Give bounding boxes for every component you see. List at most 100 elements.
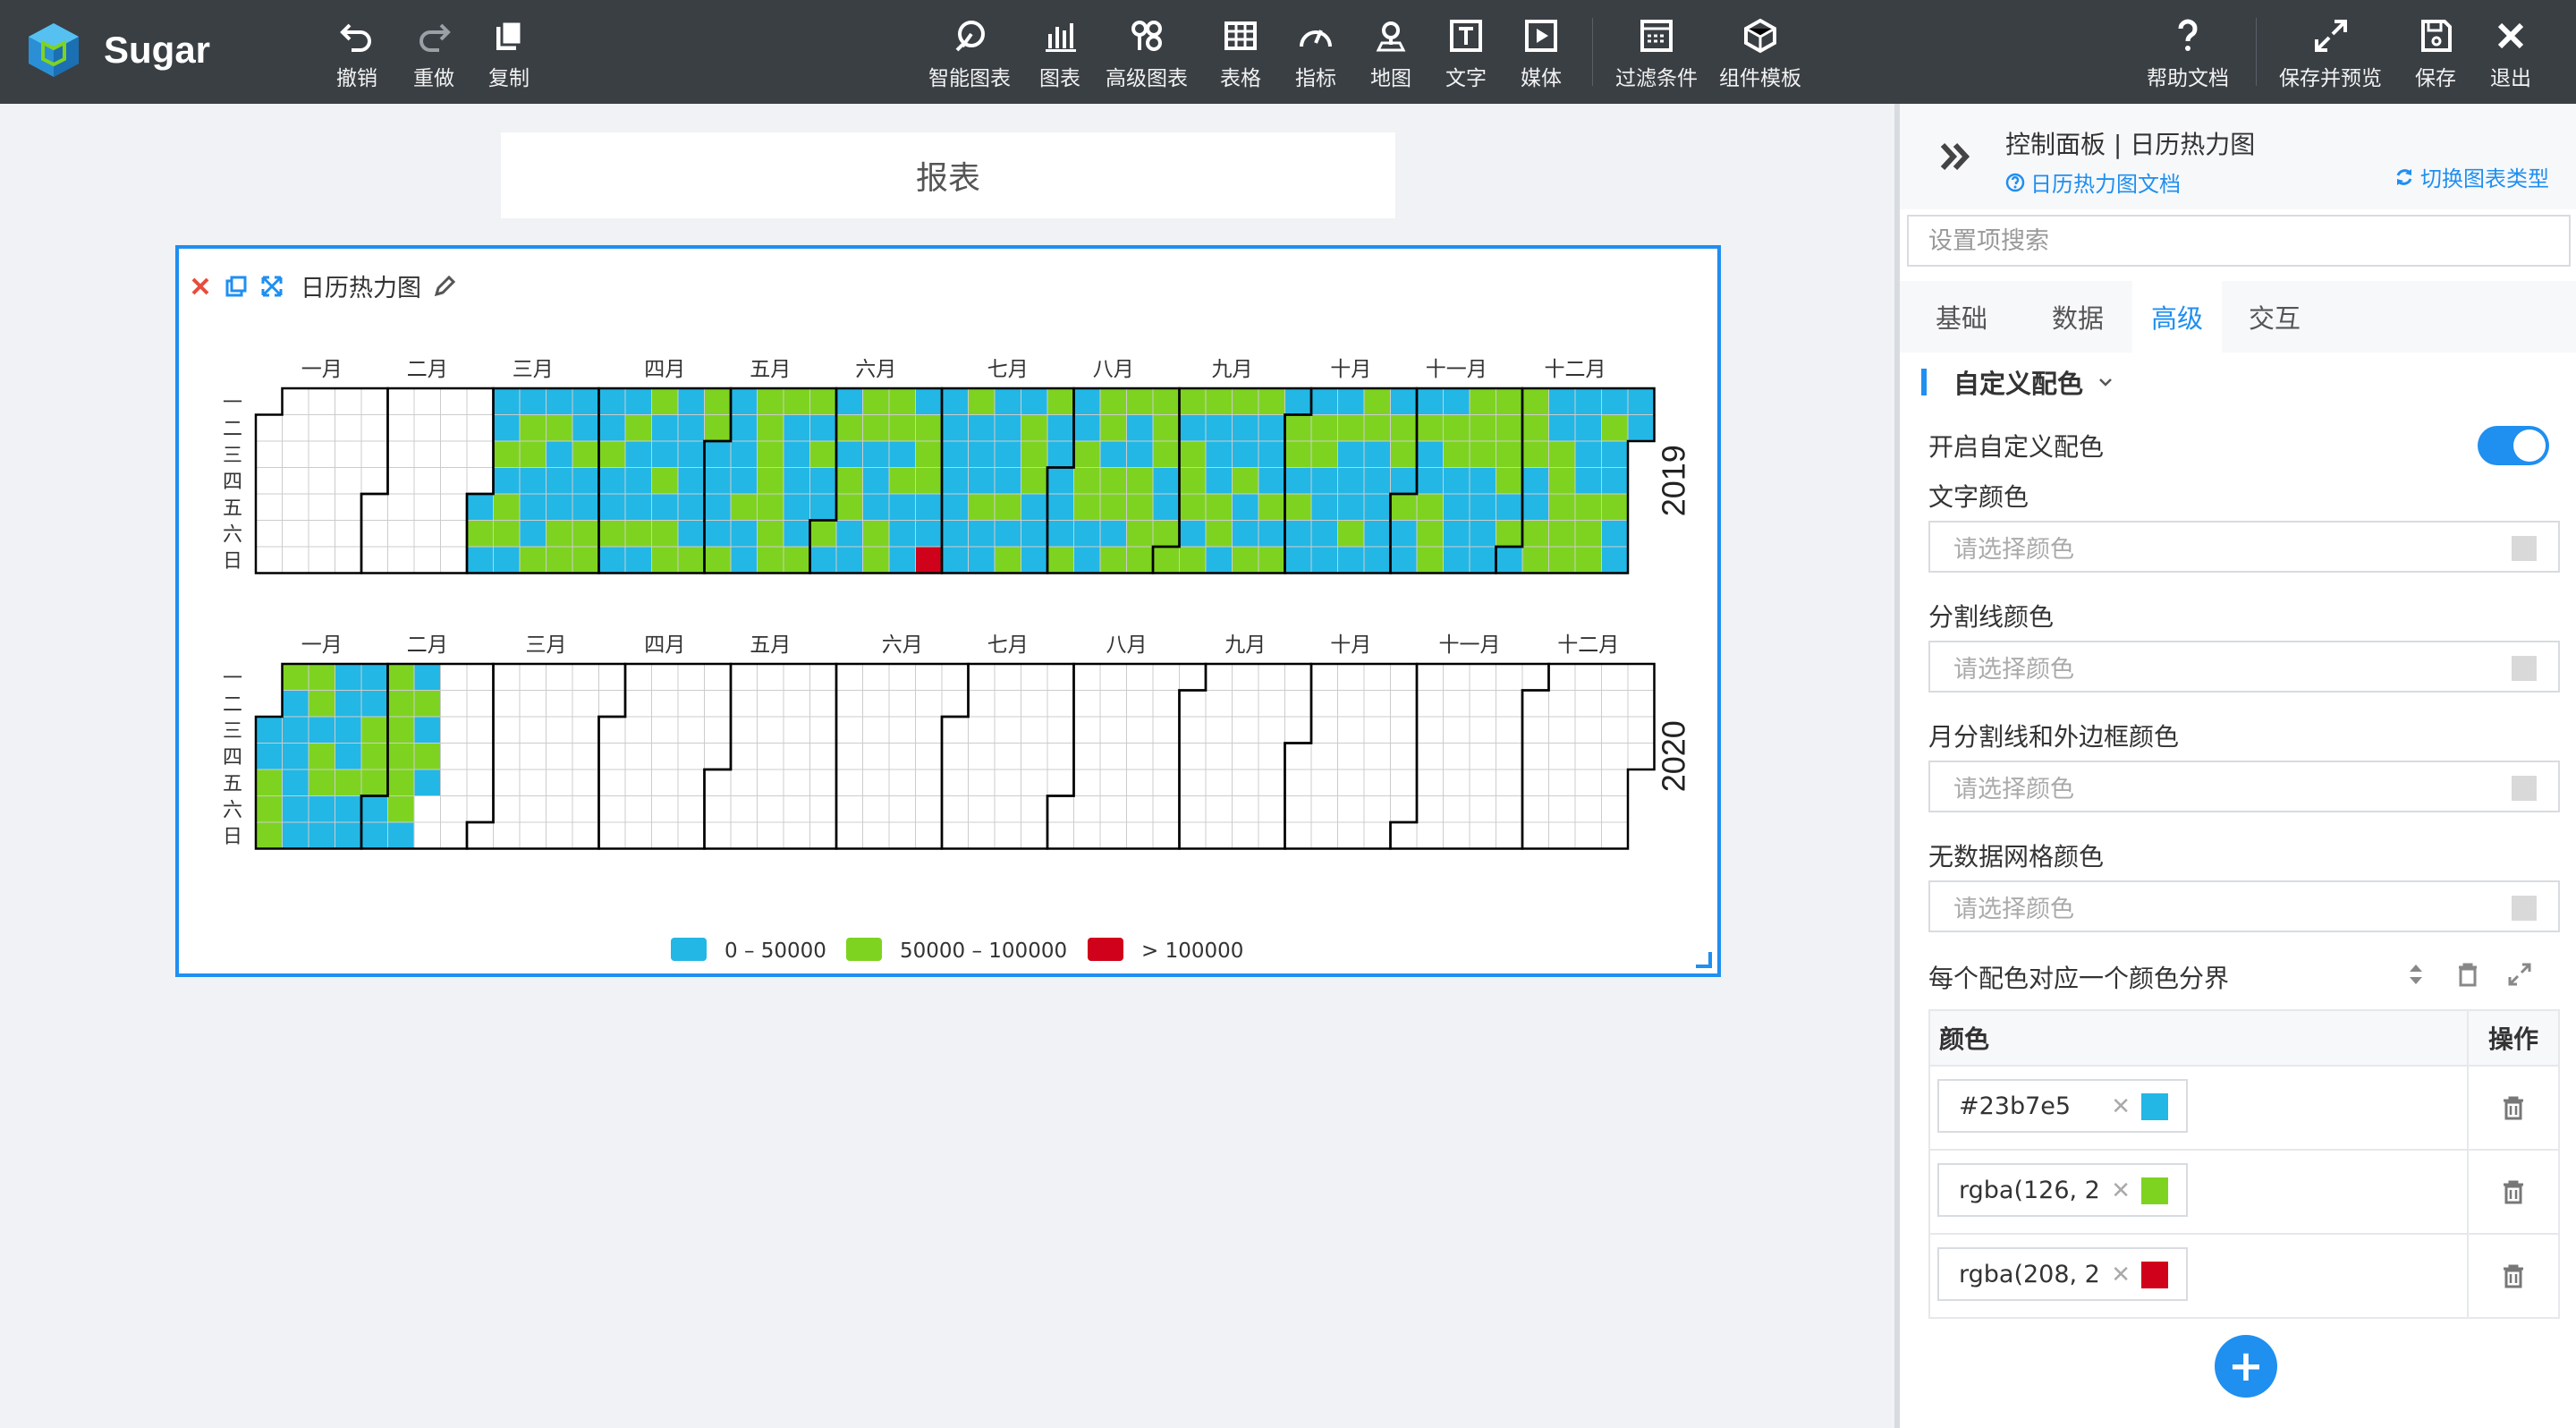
advanced-chart-button[interactable]: 高级图表 — [1106, 16, 1188, 91]
filter-button[interactable]: 过滤条件 — [1615, 16, 1698, 91]
trash-icon[interactable] — [2498, 1261, 2529, 1291]
day-cell — [572, 821, 599, 849]
day-cell — [624, 663, 652, 691]
day-cell — [941, 821, 969, 849]
day-cell — [282, 769, 309, 796]
day-cell — [387, 795, 415, 823]
day-cell — [1099, 546, 1127, 574]
day-cell — [1099, 520, 1127, 548]
day-cell — [915, 769, 943, 796]
day-cell — [1284, 546, 1312, 574]
color-value-input[interactable]: rgba(126, 2 ✕ — [1937, 1163, 2188, 1217]
color-swatch[interactable] — [2141, 1177, 2168, 1204]
day-cell — [1179, 716, 1207, 744]
day-cell — [994, 467, 1021, 495]
enable-palette-toggle[interactable] — [2478, 426, 2549, 465]
table-button[interactable]: 表格 — [1220, 16, 1261, 91]
tab-data[interactable]: 数据 — [2023, 281, 2132, 353]
chart-button[interactable]: 图表 — [1039, 16, 1080, 91]
save-preview-button[interactable]: 保存并预览 — [2279, 16, 2382, 91]
color-swatch — [2512, 536, 2537, 561]
color-value-input[interactable]: rgba(208, 2 ✕ — [1937, 1247, 2188, 1301]
day-cell — [546, 467, 573, 495]
day-cell — [1073, 690, 1101, 718]
undo-button[interactable]: 撤销 — [336, 16, 377, 91]
month-label: 十二月 — [1545, 358, 1606, 381]
day-cell — [308, 414, 335, 442]
clear-icon[interactable]: ✕ — [2111, 1262, 2131, 1288]
collapse-panel-icon[interactable] — [1936, 136, 1977, 177]
app-name: Sugar — [104, 29, 211, 71]
trash-icon[interactable] — [2453, 959, 2483, 990]
map-button[interactable]: 地图 — [1370, 16, 1411, 91]
expand-icon[interactable] — [2504, 959, 2535, 990]
add-color-button[interactable]: + — [2215, 1335, 2277, 1398]
custom-palette-section[interactable]: 自定义配色 — [1921, 363, 2115, 401]
day-cell — [1574, 690, 1602, 718]
day-cell — [1232, 663, 1259, 691]
day-cell — [968, 769, 996, 796]
copy-button[interactable]: 复制 — [488, 16, 530, 91]
day-cell — [546, 795, 573, 823]
smart-chart-button[interactable]: 智能图表 — [928, 16, 1011, 91]
calendar-heatmap-widget[interactable]: 日历热力图 一月 二月 三月 四月 五月 六月 七月 八月 九月 十月 十一月 十二月一二三四五六日 2… — [175, 245, 1721, 977]
day-cell — [308, 716, 335, 744]
day-cell — [466, 546, 494, 574]
day-cell — [835, 769, 863, 796]
day-cell — [493, 743, 521, 770]
month-border-color-picker[interactable]: 请选择颜色 — [1928, 761, 2560, 812]
day-cell — [1443, 821, 1470, 849]
day-cell — [255, 440, 283, 468]
action-cell — [2469, 1235, 2558, 1317]
redo-button[interactable]: 重做 — [413, 16, 454, 91]
day-cell — [1205, 821, 1233, 849]
save-button[interactable]: 保存 — [2415, 16, 2456, 91]
day-cell — [598, 520, 626, 548]
exit-button[interactable]: 退出 — [2490, 16, 2531, 91]
day-cell — [783, 414, 810, 442]
color-swatch[interactable] — [2141, 1093, 2168, 1120]
metric-button[interactable]: 指标 — [1295, 16, 1336, 91]
day-cell — [1232, 743, 1259, 770]
month-label: 十一月 — [1439, 633, 1501, 657]
split-line-color-picker[interactable]: 请选择颜色 — [1928, 641, 2560, 693]
tab-basic[interactable]: 基础 — [1900, 281, 2023, 353]
empty-cell-color-picker[interactable]: 请选择颜色 — [1928, 880, 2560, 932]
text-button[interactable]: 文字 — [1445, 16, 1487, 91]
clear-icon[interactable]: ✕ — [2111, 1093, 2131, 1120]
month-label: 七月 — [987, 358, 1029, 381]
trash-icon[interactable] — [2498, 1092, 2529, 1123]
day-cell — [413, 493, 441, 521]
chart-label: 图表 — [1039, 67, 1080, 90]
resize-handle[interactable] — [1696, 952, 1712, 968]
day-cell — [413, 414, 441, 442]
settings-search-input[interactable] — [1907, 215, 2571, 267]
day-cell — [835, 440, 863, 468]
app-logo: Sugar — [27, 21, 210, 79]
color-swatch[interactable] — [2141, 1262, 2168, 1288]
sort-icon[interactable] — [2401, 959, 2431, 990]
day-cell — [1390, 690, 1418, 718]
day-cell — [1046, 546, 1074, 574]
color-value-input[interactable]: #23b7e5 ✕ — [1937, 1079, 2188, 1133]
trash-icon[interactable] — [2498, 1177, 2529, 1207]
tab-advanced[interactable]: 高级 — [2132, 281, 2222, 353]
day-cell — [1284, 795, 1312, 823]
template-button[interactable]: 组件模板 — [1719, 16, 1801, 91]
report-title[interactable]: 报表 — [501, 132, 1395, 218]
day-cell — [519, 821, 547, 849]
doc-link[interactable]: 日历热力图文档 — [2005, 166, 2181, 198]
day-cell — [1284, 716, 1312, 744]
day-cell — [994, 440, 1021, 468]
day-cell — [783, 743, 810, 770]
tab-interaction[interactable]: 交互 — [2222, 281, 2327, 353]
day-cell — [1363, 467, 1391, 495]
media-button[interactable]: 媒体 — [1521, 16, 1562, 91]
day-cell — [335, 769, 362, 796]
switch-chart-type-link[interactable]: 切换图表类型 — [2394, 161, 2549, 192]
text-color-picker[interactable]: 请选择颜色 — [1928, 521, 2560, 573]
help-doc-button[interactable]: 帮助文档 — [2147, 16, 2229, 91]
day-cell — [1443, 663, 1470, 691]
day-cell — [1469, 821, 1496, 849]
clear-icon[interactable]: ✕ — [2111, 1177, 2131, 1204]
